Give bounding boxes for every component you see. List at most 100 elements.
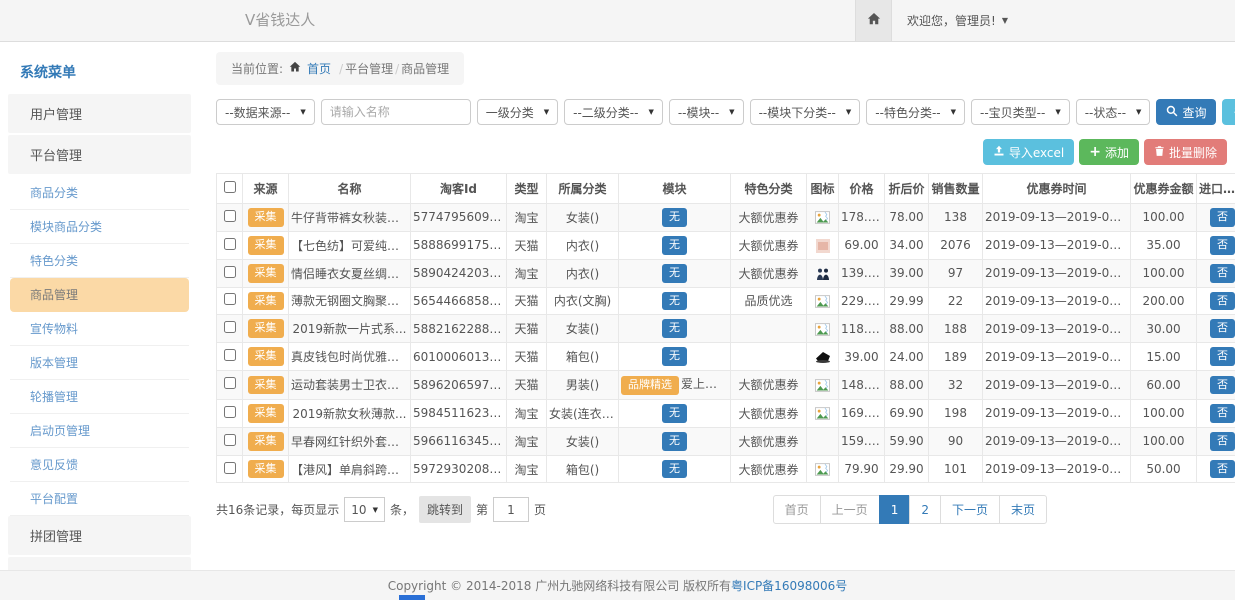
- sidebar-item-user-management[interactable]: 用户管理: [8, 94, 191, 133]
- jump-button[interactable]: 跳转到: [419, 496, 471, 523]
- type-cell: 淘宝: [507, 455, 547, 483]
- import-select-cell: 否: [1197, 287, 1235, 315]
- module-badge: 无: [662, 264, 687, 283]
- category-cell: 女装(): [547, 204, 619, 232]
- page-prefix: 第: [476, 501, 488, 518]
- column-header-coupon-amount: 优惠券金额: [1131, 174, 1197, 204]
- sidebar-menu: 用户管理平台管理商品分类模块商品分类特色分类商品管理宣传物料版本管理轮播管理启动…: [8, 94, 191, 600]
- filter-select-item-type[interactable]: --宝贝类型--▼: [971, 99, 1070, 125]
- row-checkbox[interactable]: [224, 462, 236, 474]
- sidebar: 系统菜单 用户管理平台管理商品分类模块商品分类特色分类商品管理宣传物料版本管理轮…: [8, 42, 191, 600]
- filter-select-level2-category[interactable]: --二级分类--▼: [564, 99, 663, 125]
- sales-cell: 188: [929, 315, 983, 343]
- price-cell: 148.00: [839, 371, 885, 400]
- reset-button[interactable]: 重置: [1222, 99, 1235, 125]
- search-button[interactable]: 查询: [1156, 99, 1216, 125]
- import-select-toggle[interactable]: 否: [1210, 347, 1235, 366]
- sidebar-item-feedback[interactable]: 意见反馈: [10, 448, 189, 482]
- row-checkbox-cell: [217, 371, 243, 400]
- upload-icon: [993, 145, 1005, 160]
- plus-icon: +: [1089, 145, 1101, 159]
- import-select-toggle[interactable]: 否: [1210, 319, 1235, 338]
- column-header-type: 类型: [507, 174, 547, 204]
- home-button[interactable]: [855, 0, 892, 41]
- coupon-time-cell: 2019-09-13—2019-09-17: [983, 427, 1131, 455]
- sidebar-title: 系统菜单: [8, 52, 191, 94]
- import-select-toggle[interactable]: 否: [1210, 376, 1235, 395]
- sidebar-item-carousel-management[interactable]: 轮播管理: [10, 380, 189, 414]
- coupon-time-cell: 2019-09-13—2019-09-17: [983, 287, 1131, 315]
- source-cell: 采集: [243, 259, 289, 287]
- sidebar-item-goods-category[interactable]: 商品分类: [10, 176, 189, 210]
- module-cell: 无: [619, 204, 731, 232]
- row-checkbox[interactable]: [224, 406, 236, 418]
- sidebar-item-version-management[interactable]: 版本管理: [10, 346, 189, 380]
- select-all-checkbox[interactable]: [224, 181, 236, 193]
- sidebar-item-promo-materials[interactable]: 宣传物料: [10, 312, 189, 346]
- source-cell: 采集: [243, 399, 289, 427]
- column-header-taoke-id: 淘客Id: [411, 174, 507, 204]
- sidebar-item-groupbuy-management[interactable]: 拼团管理: [8, 516, 191, 555]
- page-button-首页[interactable]: 首页: [773, 495, 821, 524]
- row-checkbox[interactable]: [224, 321, 236, 333]
- filter-select-module-subcategory[interactable]: --模块下分类--▼: [750, 99, 861, 125]
- page-button-上一页[interactable]: 上一页: [820, 495, 880, 524]
- sidebar-item-goods-management[interactable]: 商品管理: [10, 278, 189, 312]
- filter-controls: --数据来源--▼ 一级分类▼--二级分类--▼--模块--▼--模块下分类--▼…: [216, 99, 1150, 125]
- module-cell: 无: [619, 343, 731, 371]
- table-toolbar: 导入excel + 添加 批量删除: [216, 139, 1227, 165]
- batch-delete-button[interactable]: 批量删除: [1144, 139, 1227, 165]
- page-button-2[interactable]: 2: [909, 495, 941, 524]
- sales-cell: 90: [929, 427, 983, 455]
- row-checkbox[interactable]: [224, 210, 236, 222]
- top-header: V省钱达人 欢迎您，管理员! ▼: [0, 0, 1235, 42]
- page-button-下一页[interactable]: 下一页: [940, 495, 1000, 524]
- goods-image-icon: [807, 231, 839, 259]
- coupon-amount-cell: 50.00: [1131, 455, 1197, 483]
- module-cell: 无: [619, 231, 731, 259]
- import-select-toggle[interactable]: 否: [1210, 404, 1235, 423]
- feature-cell: 大额优惠券: [731, 371, 807, 400]
- module-badge: 无: [662, 460, 687, 479]
- sidebar-item-splash-management[interactable]: 启动页管理: [10, 414, 189, 448]
- filter-select-data-source[interactable]: --数据来源--▼: [216, 99, 315, 125]
- filter-select-status[interactable]: --状态--▼: [1076, 99, 1151, 125]
- sidebar-item-module-goods-category[interactable]: 模块商品分类: [10, 210, 189, 244]
- row-checkbox[interactable]: [224, 377, 236, 389]
- filter-input-name-search[interactable]: [321, 99, 471, 125]
- import-select-cell: 否: [1197, 204, 1235, 232]
- filter-select-level1-category[interactable]: 一级分类▼: [477, 99, 558, 125]
- import-select-toggle[interactable]: 否: [1210, 432, 1235, 451]
- import-excel-button[interactable]: 导入excel: [983, 139, 1074, 165]
- coupon-time-cell: 2019-09-13—2019-09-17: [983, 399, 1131, 427]
- add-button[interactable]: + 添加: [1079, 139, 1139, 165]
- sidebar-item-platform-management[interactable]: 平台管理: [8, 135, 191, 174]
- row-checkbox[interactable]: [224, 293, 236, 305]
- user-menu[interactable]: 欢迎您，管理员! ▼: [892, 0, 1023, 41]
- breadcrumb-home-link[interactable]: 首页: [307, 60, 331, 77]
- import-select-toggle[interactable]: 否: [1210, 292, 1235, 311]
- import-select-toggle[interactable]: 否: [1210, 264, 1235, 283]
- row-checkbox[interactable]: [224, 266, 236, 278]
- source-cell: 采集: [243, 455, 289, 483]
- sidebar-item-platform-config[interactable]: 平台配置: [10, 482, 189, 516]
- type-cell: 天猫: [507, 343, 547, 371]
- source-cell: 采集: [243, 204, 289, 232]
- row-checkbox[interactable]: [224, 349, 236, 361]
- sidebar-item-feature-category[interactable]: 特色分类: [10, 244, 189, 278]
- module-cell: 无: [619, 455, 731, 483]
- filter-select-module[interactable]: --模块--▼: [669, 99, 744, 125]
- import-select-toggle[interactable]: 否: [1210, 236, 1235, 255]
- page-size-select[interactable]: 10 ▼: [344, 497, 385, 522]
- module-badge: 无: [662, 208, 687, 227]
- page-button-末页[interactable]: 末页: [999, 495, 1047, 524]
- page-button-1[interactable]: 1: [879, 495, 911, 524]
- import-select-toggle[interactable]: 否: [1210, 460, 1235, 479]
- filter-select-feature-category[interactable]: --特色分类--▼: [866, 99, 965, 125]
- icp-link[interactable]: 粤ICP备16098006号: [731, 577, 847, 594]
- row-checkbox[interactable]: [224, 238, 236, 250]
- row-checkbox[interactable]: [224, 434, 236, 446]
- import-select-toggle[interactable]: 否: [1210, 208, 1235, 227]
- page-number-input[interactable]: [493, 497, 529, 522]
- filter-select-label: --二级分类--: [573, 104, 638, 121]
